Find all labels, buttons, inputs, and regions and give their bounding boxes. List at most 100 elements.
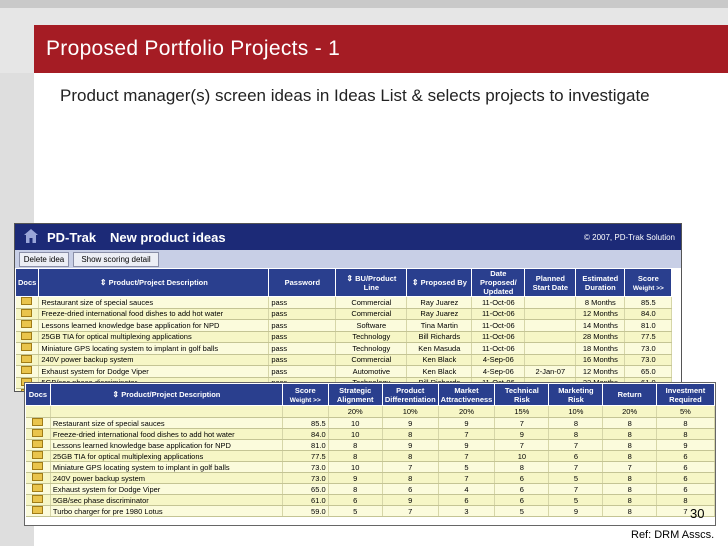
weight-link[interactable]: Weight >> xyxy=(290,397,321,404)
doc-cell xyxy=(15,342,40,355)
folder-icon[interactable] xyxy=(32,473,44,481)
table-row[interactable]: 25GB TIA for optical multiplexing applic… xyxy=(15,331,673,343)
table-cell: 65.0 xyxy=(282,483,329,495)
table-cell: Lessons learned knowledge base applicati… xyxy=(38,319,270,332)
table-row[interactable]: Exhaust system for Dodge Viper 65.0 8 6 4 6 7 8… xyxy=(25,483,715,495)
folder-icon[interactable] xyxy=(32,506,44,514)
doc-cell xyxy=(25,472,51,484)
table-row[interactable]: Lessons learned knowledge base applicati… xyxy=(25,439,715,451)
sort-icon[interactable]: ⇕ xyxy=(346,274,353,283)
table-row[interactable]: Miniature GPS locating system to implant… xyxy=(15,342,673,355)
col-return[interactable]: Return xyxy=(602,383,657,406)
table-row[interactable]: Restaurant size of special sauces 85.5 10 9… xyxy=(25,417,715,429)
table-cell: Exhaust system for Dodge Viper xyxy=(50,483,283,495)
table-row[interactable]: 240V power backup system pass Commercial Ke… xyxy=(15,354,673,366)
col-description[interactable]: ⇕ Product/Project Description xyxy=(49,383,283,406)
doc-cell xyxy=(25,439,51,451)
table-cell: Lessons learned knowledge base applicati… xyxy=(50,439,283,451)
col-technical-risk[interactable]: Technical Risk xyxy=(494,383,550,406)
delete-idea-button[interactable]: Delete idea xyxy=(19,252,69,267)
table-row[interactable]: Restaurant size of special sauces pass Com… xyxy=(15,296,673,309)
table-cell: 10 xyxy=(494,450,550,462)
folder-icon[interactable] xyxy=(32,429,44,437)
table-cell xyxy=(524,308,577,320)
table-cell: 61.0 xyxy=(282,494,329,506)
table-cell: Turbo charger for pre 1980 Lotus xyxy=(50,505,283,517)
table-cell: Freeze-dried international food dishes t… xyxy=(50,428,283,440)
col-marketing-risk[interactable]: Marketing Risk xyxy=(548,383,604,406)
table-cell: 84.0 xyxy=(624,308,673,320)
app-brand: PD-Trak xyxy=(47,230,97,245)
table-cell: pass xyxy=(268,296,337,309)
table-row[interactable]: Freeze-dried international food dishes t… xyxy=(25,428,715,440)
sort-icon[interactable]: ⇕ xyxy=(412,278,419,287)
folder-icon[interactable] xyxy=(21,331,33,340)
col-product-differentiation[interactable]: Product Differentiation xyxy=(381,383,439,406)
sort-icon[interactable]: ⇕ xyxy=(100,278,107,287)
col-market-attractiveness[interactable]: Market Attractiveness xyxy=(437,383,496,406)
folder-icon[interactable] xyxy=(32,484,44,492)
table-cell: Miniature GPS locating system to implant… xyxy=(50,461,283,473)
col-score[interactable]: Score Weight >> xyxy=(624,268,673,297)
table-cell: 3 xyxy=(438,505,496,517)
table-cell: Ken Black xyxy=(406,354,473,366)
col-score[interactable]: Score Weight >> xyxy=(281,383,329,406)
folder-icon[interactable] xyxy=(32,451,44,459)
table-cell: 6 xyxy=(656,461,715,473)
col-estimated-duration[interactable]: Estimated Duration xyxy=(575,268,626,297)
col-bu-product-line[interactable]: ⇕ BU/Product Line xyxy=(335,268,408,297)
col-date-proposed[interactable]: Date Proposed/ Updated xyxy=(471,268,526,297)
slide-number: 30 xyxy=(690,506,705,521)
sort-icon[interactable]: ⇕ xyxy=(112,390,119,399)
table-cell xyxy=(524,319,577,332)
col-strategic-alignment[interactable]: Strategic Alignment xyxy=(327,383,383,406)
table-cell: 25GB TIA for optical multiplexing applic… xyxy=(38,331,270,343)
table-cell: 5 xyxy=(548,494,604,506)
table-cell: 8 xyxy=(602,494,657,506)
table-cell: 8 xyxy=(602,450,657,462)
weight-link[interactable]: Weight >> xyxy=(633,285,664,292)
folder-icon[interactable] xyxy=(21,343,33,352)
table-cell xyxy=(524,342,577,355)
table-row[interactable]: Miniature GPS locating system to implant… xyxy=(25,461,715,473)
folder-icon[interactable] xyxy=(32,440,44,448)
col-description[interactable]: ⇕ Product/Project Description xyxy=(38,268,270,297)
table-cell: Ken Masuda xyxy=(406,342,473,355)
folder-icon[interactable] xyxy=(21,297,33,306)
table-cell: Commercial xyxy=(335,296,408,309)
folder-icon[interactable] xyxy=(21,366,33,375)
folder-icon[interactable] xyxy=(21,320,33,329)
folder-icon[interactable] xyxy=(32,495,44,503)
folder-icon[interactable] xyxy=(21,308,33,317)
table-cell: Miniature GPS locating system to implant… xyxy=(38,342,270,355)
table-cell: pass xyxy=(268,365,337,378)
col-docs[interactable]: Docs xyxy=(15,268,40,297)
show-scoring-detail-button[interactable]: Show scoring detail xyxy=(73,252,159,267)
table-row[interactable]: Turbo charger for pre 1980 Lotus 59.0 5 7 3 5… xyxy=(25,505,715,517)
table-cell: 4-Sep-06 xyxy=(471,354,526,366)
table-row[interactable]: Freeze-dried international food dishes t… xyxy=(15,308,673,320)
table-cell: 6 xyxy=(438,494,496,506)
home-icon[interactable] xyxy=(23,228,39,244)
doc-cell xyxy=(15,354,40,366)
table-cell: 8 xyxy=(382,428,439,440)
table-row[interactable]: 5GB/sec phase discriminator 61.0 6 9 6 6 5 8 8 xyxy=(25,494,715,506)
table-row[interactable]: 25GB TIA for optical multiplexing applic… xyxy=(25,450,715,462)
folder-icon[interactable] xyxy=(21,354,33,363)
col-investment-required[interactable]: Investment Required xyxy=(655,383,715,406)
table-row[interactable]: Exhaust system for Dodge Viper pass Automo… xyxy=(15,365,673,378)
table-cell: 77.5 xyxy=(282,450,329,462)
col-password[interactable]: Password xyxy=(268,268,337,297)
table-cell: 6 xyxy=(494,494,550,506)
slide-title: Proposed Portfolio Projects - 1 xyxy=(46,37,341,60)
col-proposed-by[interactable]: ⇕ Proposed By xyxy=(406,268,473,297)
folder-icon[interactable] xyxy=(32,462,44,470)
table-cell: 14 Months xyxy=(575,319,626,332)
folder-icon[interactable] xyxy=(32,418,44,426)
table-row[interactable]: 240V power backup system 73.0 9 8 7 6 5 8 6 xyxy=(25,472,715,484)
table-cell: Ken Black xyxy=(406,365,473,378)
col-docs[interactable]: Docs xyxy=(25,383,51,406)
copyright-text: © 2007, PD-Trak Solution xyxy=(584,233,675,242)
col-planned-start[interactable]: Planned Start Date xyxy=(524,268,577,297)
table-row[interactable]: Lessons learned knowledge base applicati… xyxy=(15,319,673,332)
